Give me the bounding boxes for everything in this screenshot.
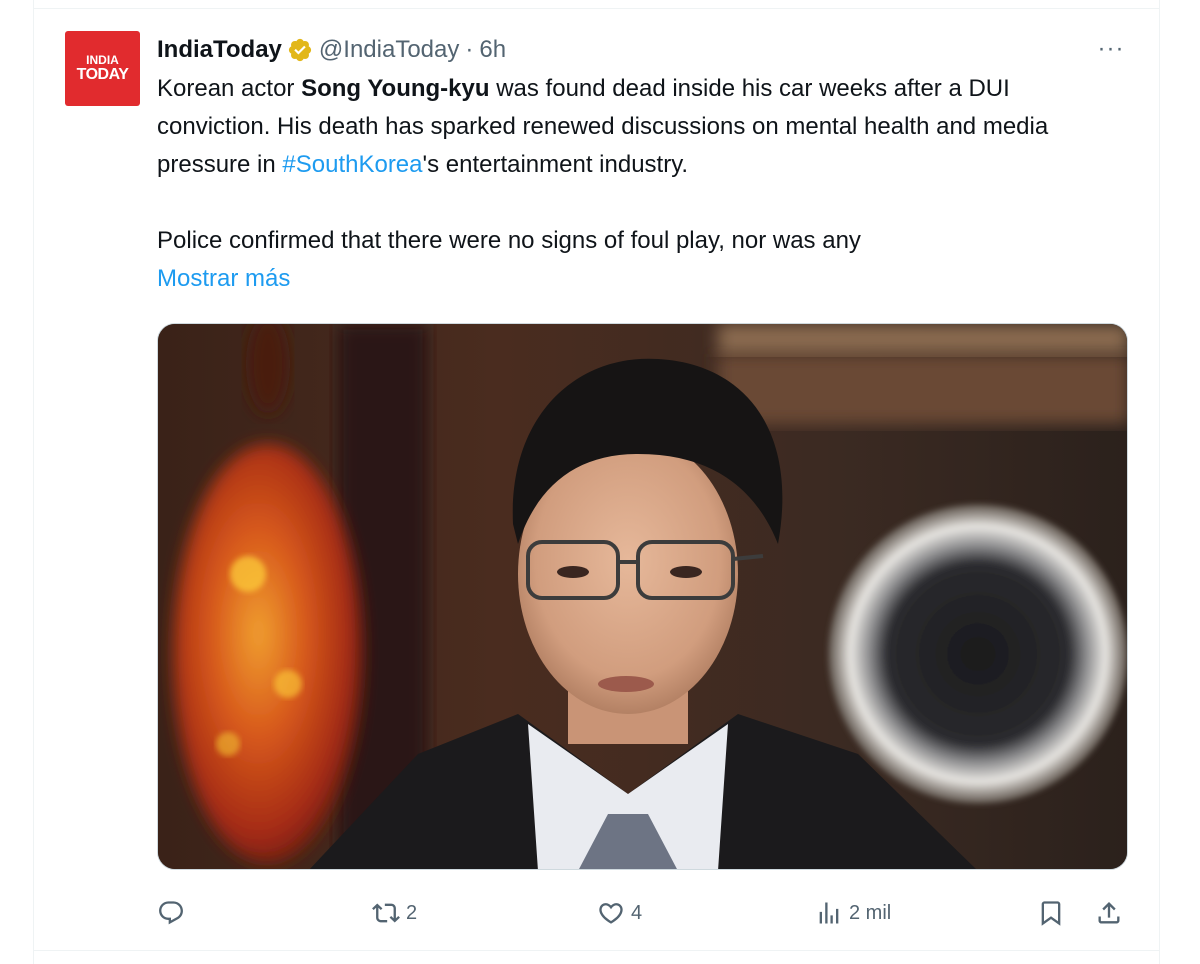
heart-icon [597,899,625,927]
more-icon[interactable]: ··· [1095,34,1127,64]
verified-badge-icon [287,37,313,63]
timestamp[interactable]: 6h [479,35,506,65]
tweet-paragraph-2: Police confirmed that there were no sign… [157,227,861,254]
avatar-logo-line2: TODAY [76,65,129,83]
views-count: 2 mil [849,901,892,924]
action-bar: 2 4 2 mil [157,893,1127,933]
bookmark-button[interactable] [1037,893,1065,933]
tweet-text: Korean actor Song Young-kyu was found de… [157,70,1127,298]
tweet-header: IndiaToday @IndiaToday · 6h ··· [157,30,1127,70]
tweet-body: IndiaToday @IndiaToday · 6h ··· Korean a… [157,30,1127,298]
avatar[interactable]: INDIA TODAY [65,31,140,106]
like-button[interactable]: 4 [597,893,642,933]
text-segment: 's entertainment industry. [422,151,689,178]
reply-icon [157,899,185,927]
tweet-image[interactable] [157,323,1128,870]
share-icon [1095,899,1123,927]
tweet-paragraph-1: Korean actor Song Young-kyu was found de… [157,70,1127,184]
bold-name: Song Young-kyu [301,75,490,102]
like-count: 4 [631,901,643,924]
top-divider [34,8,1159,9]
bookmark-icon [1037,899,1065,927]
display-name[interactable]: IndiaToday [157,35,282,65]
retweet-count: 2 [406,901,418,924]
handle[interactable]: @IndiaToday [319,35,459,65]
text-segment: Korean actor [157,75,302,102]
avatar-logo-line1: INDIA [86,53,119,68]
retweet-button[interactable]: 2 [372,893,417,933]
separator-dot: · [465,36,474,63]
reply-button[interactable] [157,893,191,933]
show-more-link[interactable]: Mostrar más [157,260,290,298]
tweet-photo [158,324,1127,869]
hashtag-link[interactable]: #SouthKorea [282,151,422,178]
bottom-divider [34,950,1159,951]
views-button[interactable]: 2 mil [815,893,891,933]
page: INDIA TODAY IndiaToday @IndiaToday · 6h … [0,0,1200,964]
retweet-icon [372,899,400,927]
views-chart-icon [815,899,843,927]
share-button[interactable] [1095,893,1123,933]
